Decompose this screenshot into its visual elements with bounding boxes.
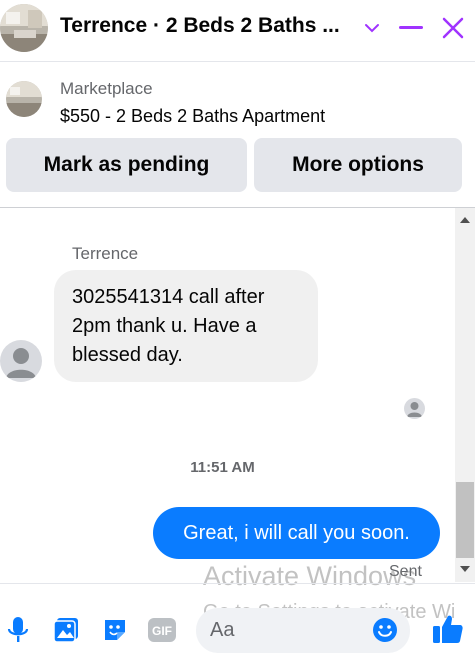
scrollbar-thumb[interactable] <box>456 482 474 558</box>
scroll-down-arrow-icon[interactable] <box>455 561 475 577</box>
mark-as-pending-button[interactable]: Mark as pending <box>6 138 247 192</box>
photo-icon[interactable] <box>51 615 81 645</box>
gif-label: GIF <box>152 624 172 638</box>
contact-avatar[interactable] <box>0 4 48 52</box>
scroll-up-arrow-icon[interactable] <box>455 212 475 228</box>
outgoing-message[interactable]: Great, i will call you soon. <box>153 507 440 559</box>
divider <box>0 207 475 208</box>
incoming-message[interactable]: 3025541314 call after 2pm thank u. Have … <box>54 270 318 382</box>
listing-title[interactable]: $550 - 2 Beds 2 Baths Apartment <box>60 106 325 127</box>
minimize-icon[interactable] <box>395 12 427 44</box>
message-input-placeholder: Aa <box>210 619 235 641</box>
seen-indicator-avatar <box>404 398 425 419</box>
chevron-down-icon[interactable] <box>356 12 388 44</box>
message-status: Sent <box>389 563 422 580</box>
listing-thumbnail <box>6 81 42 117</box>
sender-avatar[interactable] <box>0 340 42 382</box>
chat-title[interactable]: Terrence · 2 Beds 2 Baths ... <box>60 14 360 38</box>
thumbs-up-icon[interactable] <box>428 609 468 649</box>
more-options-button[interactable]: More options <box>254 138 462 192</box>
sticker-icon[interactable] <box>100 615 130 645</box>
chat-header: Terrence · 2 Beds 2 Baths ... <box>0 0 475 62</box>
marketplace-listing[interactable]: Marketplace $550 - 2 Beds 2 Baths Apartm… <box>0 63 475 135</box>
close-icon[interactable] <box>437 12 469 44</box>
listing-source-label: Marketplace <box>60 79 153 98</box>
gif-icon[interactable]: GIF <box>147 615 177 645</box>
emoji-icon[interactable] <box>369 614 401 646</box>
microphone-icon[interactable] <box>3 615 33 645</box>
message-timestamp: 11:51 AM <box>190 459 255 476</box>
sender-name: Terrence <box>72 244 139 263</box>
